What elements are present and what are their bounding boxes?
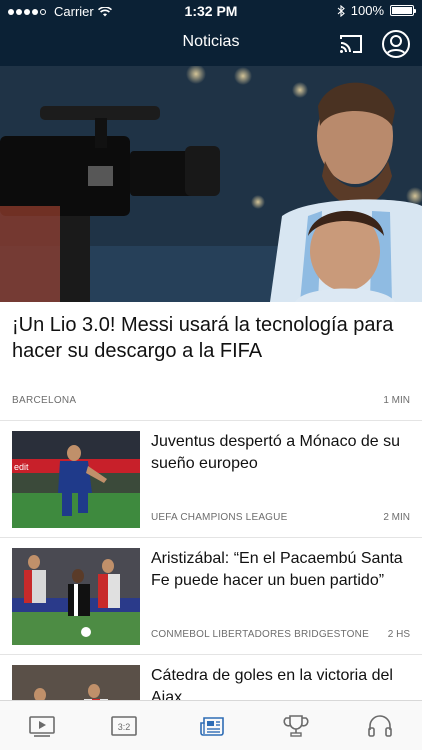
article-category[interactable]: UEFA CHAMPIONS LEAGUE (151, 512, 287, 523)
tab-bar: 3:2 (0, 700, 422, 750)
hero-image[interactable] (0, 66, 422, 302)
newspaper-icon (200, 717, 224, 736)
header-bar: Carrier 1:32 PM 100% Noticias (0, 0, 422, 66)
article-thumbnail[interactable] (12, 548, 140, 645)
scoreboard-icon: 3:2 (111, 716, 137, 736)
hero-headline[interactable]: ¡Un Lio 3.0! Messi usará la tecnología p… (12, 312, 410, 364)
battery-percent: 100% (350, 3, 384, 18)
trophy-tab[interactable] (282, 713, 310, 739)
profile-icon[interactable] (382, 30, 410, 58)
news-tab[interactable] (198, 713, 226, 739)
list-item[interactable]: edit Juventus despertó a Mónaco de su su… (0, 421, 422, 537)
user-silhouette-icon (385, 35, 407, 56)
article-title[interactable]: Aristizábal: “En el Pacaembú Santa Fe pu… (151, 548, 411, 592)
article-thumbnail[interactable]: edit (12, 431, 140, 528)
list-item[interactable]: Aristizábal: “En el Pacaembú Santa Fe pu… (0, 538, 422, 654)
video-tab[interactable] (28, 713, 56, 739)
scores-tab[interactable]: 3:2 (110, 713, 138, 739)
hero-timestamp: 1 MIN (383, 395, 410, 406)
status-bar: Carrier 1:32 PM 100% (0, 0, 422, 22)
audio-tab[interactable] (366, 713, 394, 739)
hero-category[interactable]: BARCELONA (12, 395, 76, 406)
article-photo: edit (12, 431, 140, 528)
play-icon (29, 716, 55, 737)
svg-text:edit: edit (14, 462, 29, 472)
trophy-icon (283, 715, 309, 737)
cast-icon[interactable] (339, 34, 363, 54)
hero-photo (0, 66, 422, 302)
article-timestamp: 2 MIN (383, 512, 410, 523)
svg-text:3:2: 3:2 (118, 722, 131, 732)
headphones-icon (368, 715, 392, 737)
article-timestamp: 2 HS (387, 629, 410, 640)
article-category[interactable]: CONMEBOL LIBERTADORES BRIDGESTONE (151, 629, 369, 640)
battery-status: 100% (337, 3, 416, 18)
bluetooth-icon (337, 4, 345, 17)
battery-icon (390, 5, 416, 16)
article-title[interactable]: Juventus despertó a Mónaco de su sueño e… (151, 431, 411, 475)
article-photo (12, 548, 140, 645)
